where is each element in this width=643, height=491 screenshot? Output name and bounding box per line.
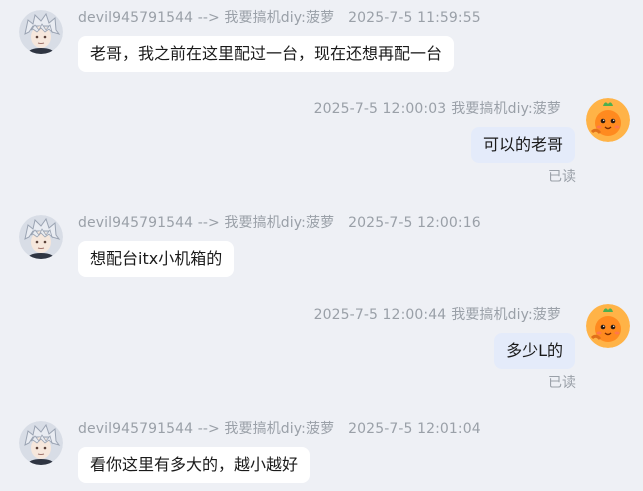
read-status: 已读 — [548, 169, 576, 185]
message-meta: devil945791544 --> 我要搞机diy:菠萝 2025-7-5 12… — [78, 212, 481, 232]
message-timestamp: 2025-7-5 12:00:44 — [313, 307, 447, 323]
sender-name: devil945791544 — [78, 10, 194, 26]
message-timestamp: 2025-7-5 11:59:55 — [348, 10, 481, 26]
message-meta: 2025-7-5 12:00:44 我要搞机diy:菠萝 — [314, 304, 561, 324]
sender-name: 我要搞机diy:菠萝 — [451, 101, 561, 117]
recipient-name: 我要搞机diy:菠萝 — [224, 215, 335, 231]
arrow-separator: --> — [197, 421, 220, 437]
message-bubble[interactable]: 多少L的 — [494, 333, 575, 369]
chat-conversation: devil945791544 --> 我要搞机diy:菠萝 2025-7-5 11… — [0, 0, 643, 491]
arrow-separator: --> — [197, 215, 220, 231]
chat-message-incoming: devil945791544 --> 我要搞机diy:菠萝 2025-7-5 12… — [0, 418, 643, 491]
shop-avatar-icon[interactable] — [586, 98, 630, 142]
message-bubble[interactable]: 想配台itx小机箱的 — [78, 241, 235, 277]
message-meta: 2025-7-5 12:00:03 我要搞机diy:菠萝 — [314, 98, 561, 118]
message-timestamp: 2025-7-5 12:01:04 — [348, 421, 481, 437]
read-status: 已读 — [548, 375, 576, 391]
sender-name: 我要搞机diy:菠萝 — [451, 307, 561, 323]
message-bubble[interactable]: 看你这里有多大的，越小越好 — [78, 447, 311, 483]
message-timestamp: 2025-7-5 12:00:16 — [348, 215, 481, 231]
user-avatar-icon[interactable] — [19, 215, 63, 259]
message-bubble[interactable]: 老哥，我之前在这里配过一台，现在还想再配一台 — [78, 36, 455, 72]
message-meta: devil945791544 --> 我要搞机diy:菠萝 2025-7-5 12… — [78, 418, 481, 438]
user-avatar-icon[interactable] — [19, 421, 63, 465]
chat-message-incoming: devil945791544 --> 我要搞机diy:菠萝 2025-7-5 12… — [0, 212, 643, 282]
chat-message-outgoing: 2025-7-5 12:00:44 我要搞机diy:菠萝 多少L的 已读 — [0, 304, 643, 394]
sender-name: devil945791544 — [78, 421, 194, 437]
message-timestamp: 2025-7-5 12:00:03 — [313, 101, 447, 117]
sender-name: devil945791544 — [78, 215, 194, 231]
user-avatar-icon[interactable] — [19, 10, 63, 54]
arrow-separator: --> — [197, 10, 220, 26]
chat-message-incoming: devil945791544 --> 我要搞机diy:菠萝 2025-7-5 11… — [0, 7, 643, 77]
shop-avatar-icon[interactable] — [586, 304, 630, 348]
message-meta: devil945791544 --> 我要搞机diy:菠萝 2025-7-5 11… — [78, 7, 481, 27]
recipient-name: 我要搞机diy:菠萝 — [224, 10, 335, 26]
recipient-name: 我要搞机diy:菠萝 — [224, 421, 335, 437]
message-bubble[interactable]: 可以的老哥 — [470, 127, 575, 163]
chat-message-outgoing: 2025-7-5 12:00:03 我要搞机diy:菠萝 可以的老哥 已读 — [0, 98, 643, 188]
